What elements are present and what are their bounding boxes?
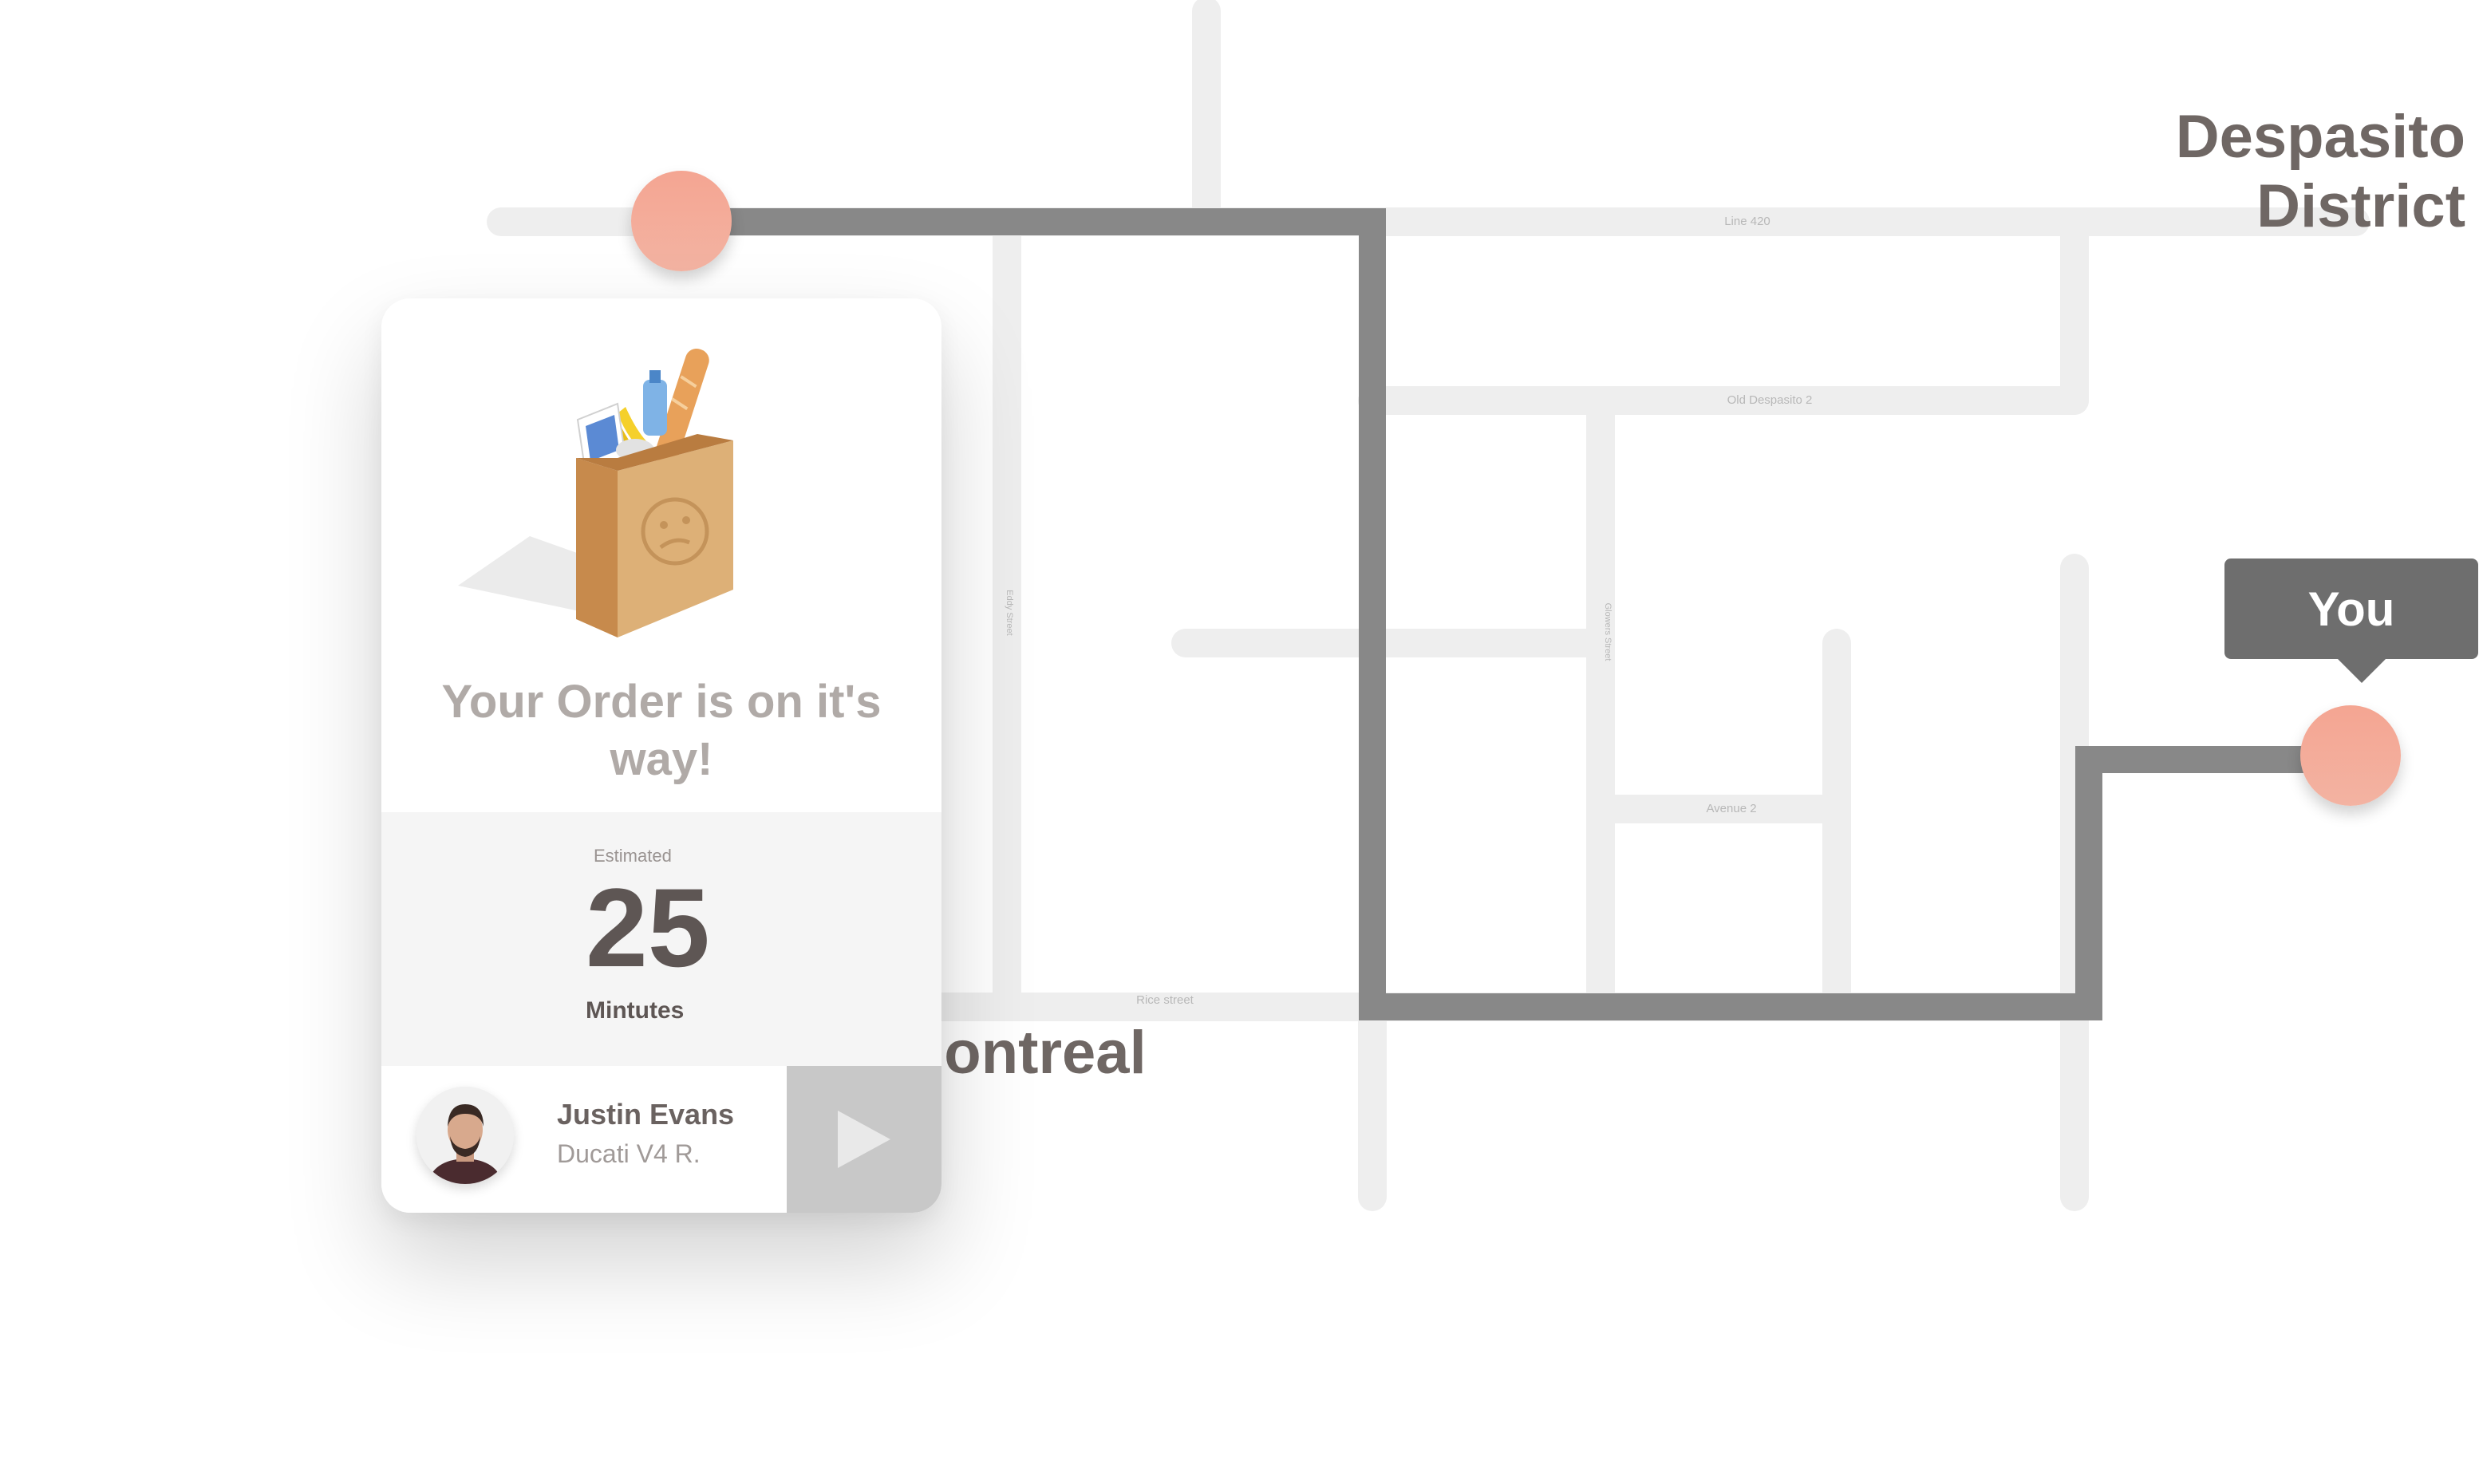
district-label: Despasito District — [2175, 103, 2465, 240]
street-label-rice-street: Rice street — [1136, 993, 1194, 1007]
user-location-pin[interactable] — [2300, 705, 2401, 806]
order-header: Your Order is on it's way! — [381, 298, 941, 812]
street-label-eddy-street: Eddy Street — [1005, 590, 1014, 635]
person-icon — [416, 1087, 514, 1184]
estimate-unit: Mintutes — [586, 997, 685, 1024]
play-button[interactable] — [787, 1066, 941, 1213]
play-icon — [838, 1111, 890, 1168]
street-label-avenue-2: Avenue 2 — [1706, 802, 1756, 815]
delivery-estimate: Estimated 25 Mintutes — [381, 812, 941, 1066]
street-label-old-despasito-2: Old Despasito 2 — [1727, 393, 1813, 407]
driver-avatar[interactable] — [416, 1087, 514, 1184]
estimate-label: Estimated — [594, 846, 672, 866]
user-location-tooltip: You — [2224, 558, 2478, 683]
order-status-card: Your Order is on it's way! Estimated 25 … — [381, 298, 941, 1213]
street-label-line-420: Line 420 — [1724, 215, 1770, 228]
pickup-location-pin[interactable] — [631, 171, 732, 271]
order-status-title: Your Order is on it's way! — [441, 676, 882, 785]
street-label-glowers-street: Glowers Street — [1603, 603, 1613, 661]
driver-info: Justin Evans Ducati V4 R. — [381, 1066, 941, 1213]
grocery-bag-icon — [458, 348, 733, 637]
estimate-value: 25 — [586, 865, 710, 990]
delivery-tracking-screen: Line 420 Old Despasito 2 Avenue 2 Rice s… — [0, 0, 2479, 1484]
driver-name: Justin Evans — [557, 1098, 735, 1131]
driver-vehicle: Ducati V4 R. — [557, 1139, 701, 1168]
